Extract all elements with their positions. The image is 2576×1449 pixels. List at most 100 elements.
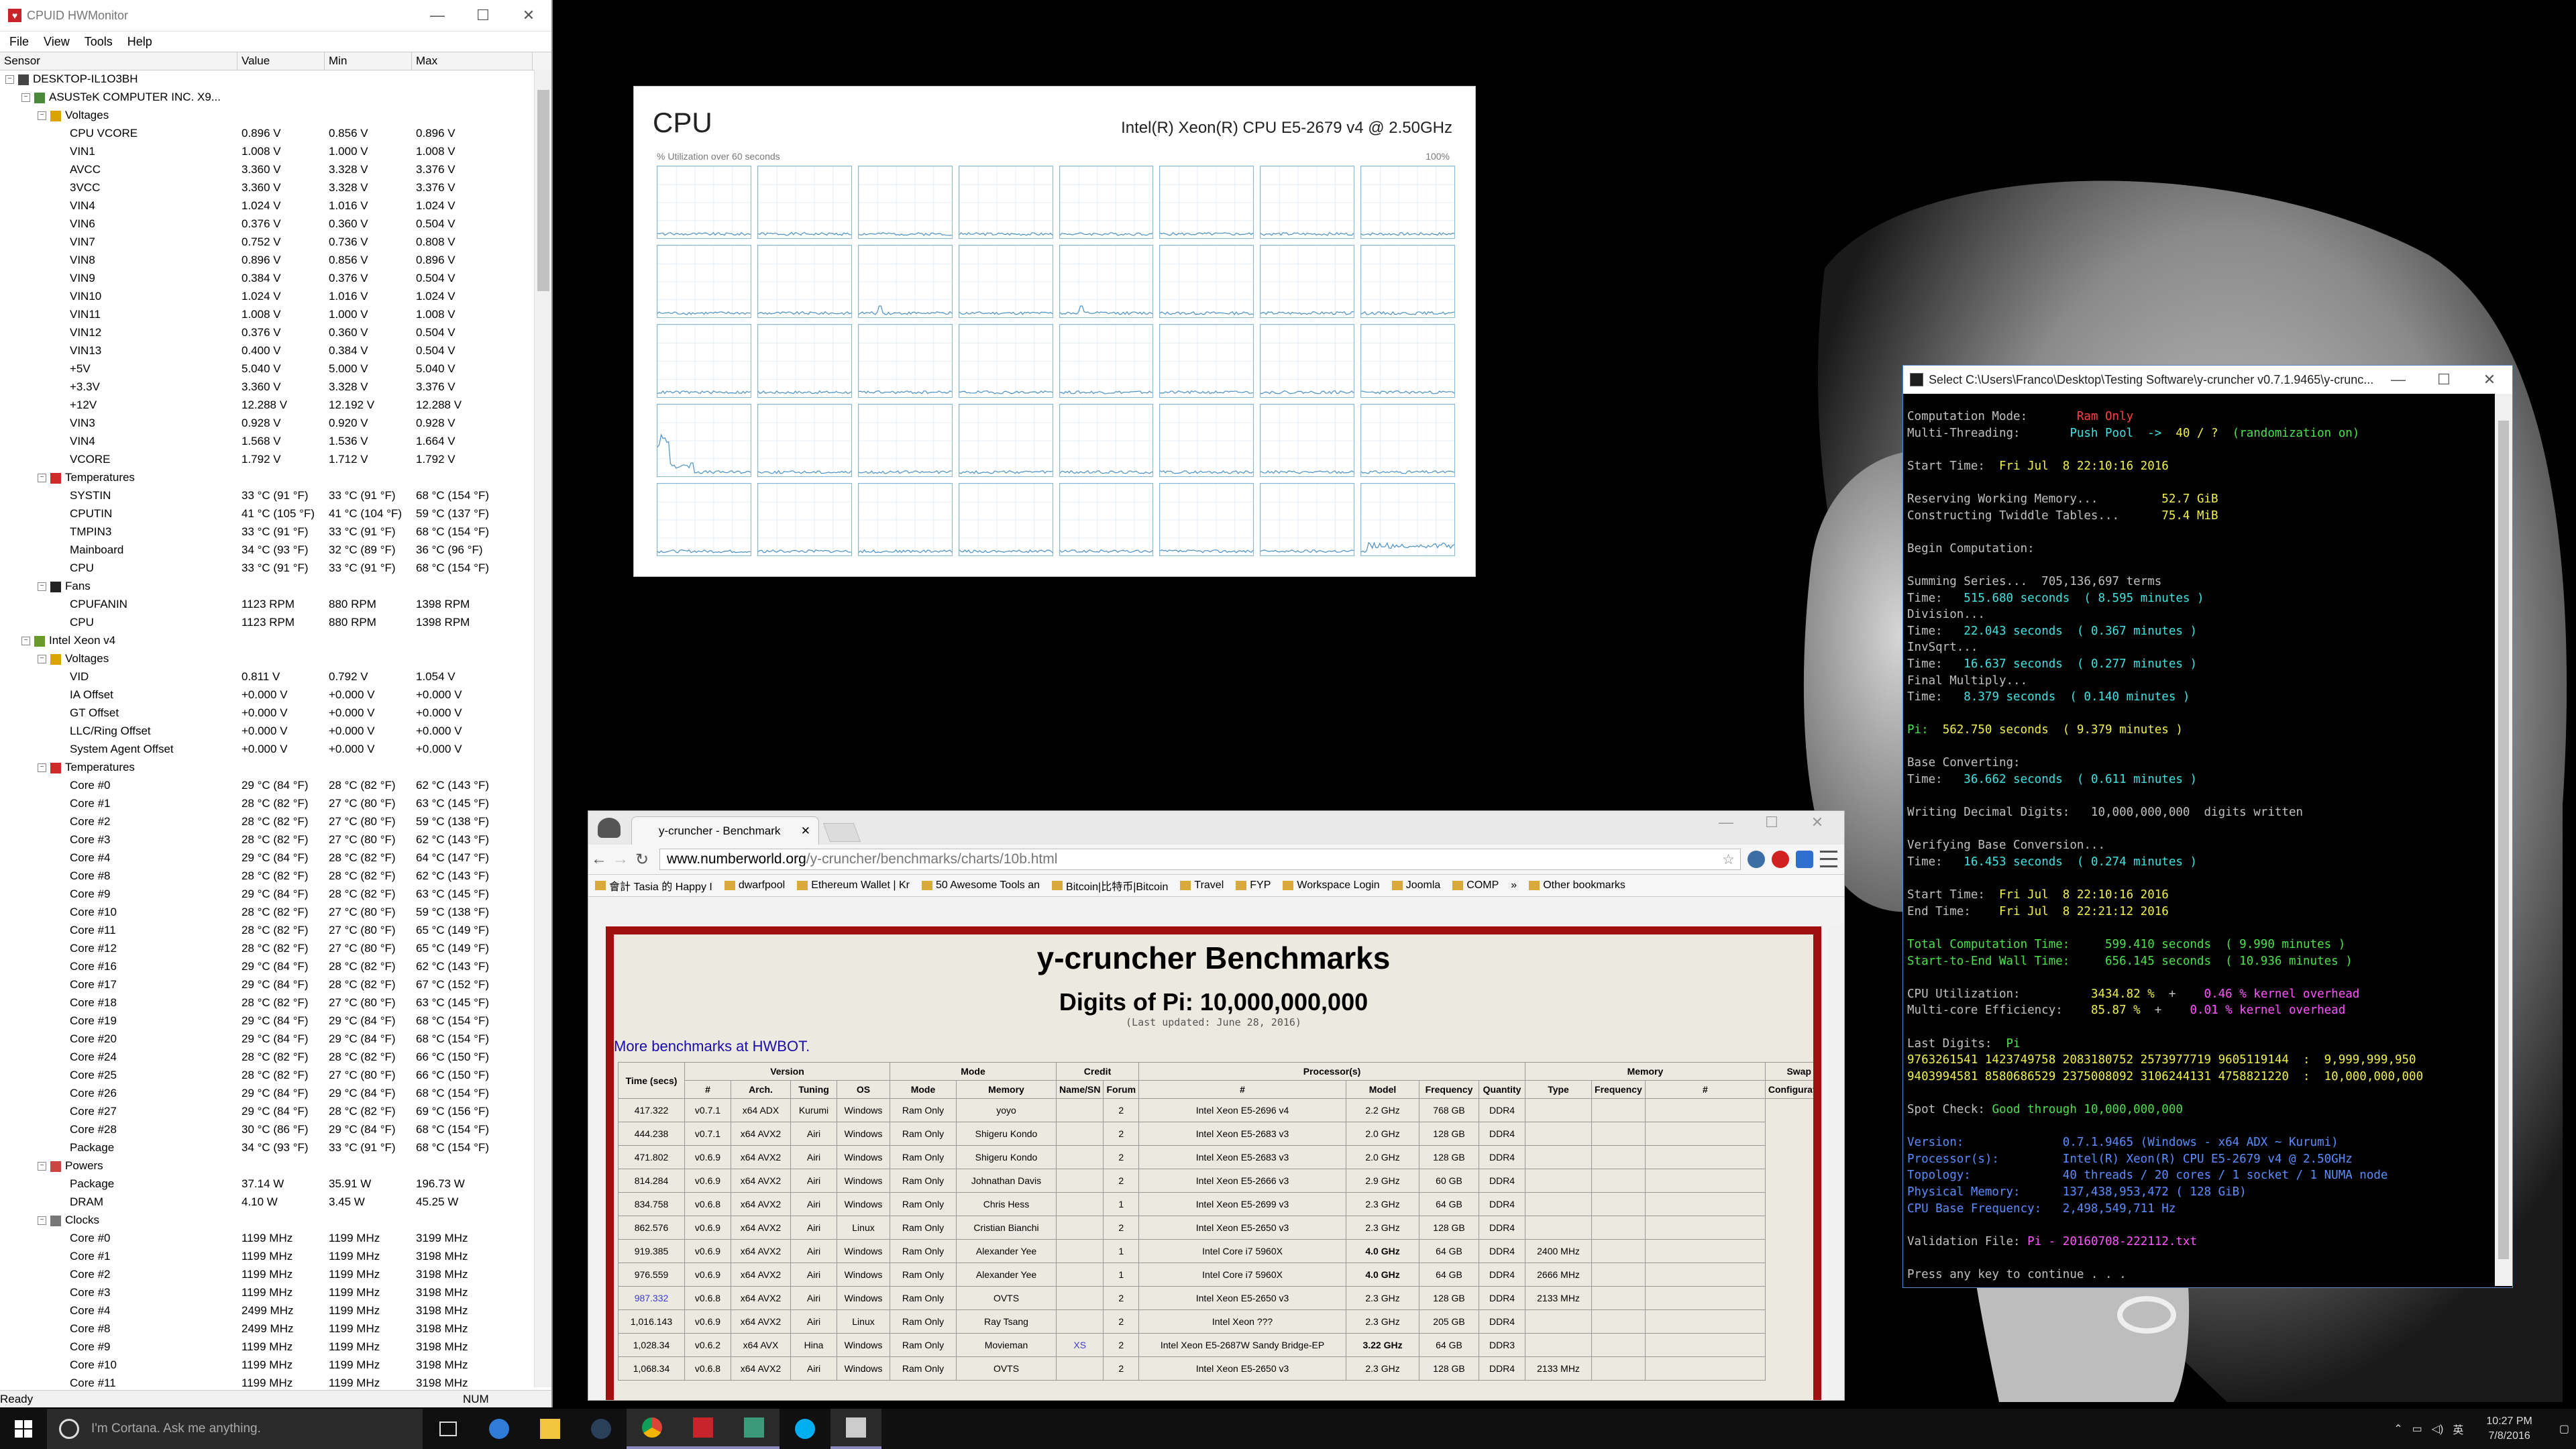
maximize-button[interactable]: ☐ <box>460 7 506 24</box>
collapse-toggle-icon[interactable]: − <box>38 1162 46 1171</box>
tray-chevron-icon[interactable]: ⌃ <box>2394 1422 2402 1436</box>
console-output[interactable]: Computation Mode: Ram Only Multi-Threadin… <box>1907 409 2491 1283</box>
sensor-row[interactable]: Package 34 °C (93 °F) 33 °C (91 °F) 68 °C (… <box>0 1138 534 1157</box>
bookmark-item[interactable]: Travel <box>1180 879 1224 892</box>
sensor-row[interactable]: System Agent Offset +0.000 V +0.000 V +0.00… <box>0 740 534 758</box>
sensor-row[interactable]: DRAM 4.10 W 3.45 W 45.25 W <box>0 1193 534 1211</box>
taskbar-file-explorer[interactable] <box>525 1409 576 1449</box>
bookmark-item[interactable]: Joomla <box>1391 879 1440 892</box>
taskbar-hwmonitor[interactable] <box>678 1409 729 1449</box>
shield-extension-icon[interactable] <box>1796 851 1813 868</box>
bookmark-item[interactable]: dwarfpool <box>724 879 785 892</box>
tree-group-row[interactable]: − Intel Xeon v4 <box>0 631 534 649</box>
sensor-row[interactable]: VIN10 1.024 V 1.016 V 1.024 V <box>0 287 534 305</box>
menu-view[interactable]: View <box>44 35 70 49</box>
sensor-row[interactable]: TMPIN3 33 °C (91 °F) 33 °C (91 °F) 68 °C (1… <box>0 523 534 541</box>
sensor-row[interactable]: VIN7 0.752 V 0.736 V 0.808 V <box>0 233 534 251</box>
sensor-row[interactable]: VIN6 0.376 V 0.360 V 0.504 V <box>0 215 534 233</box>
menu-help[interactable]: Help <box>127 35 152 49</box>
other-bookmarks-folder[interactable]: Other bookmarks <box>1529 879 1625 892</box>
tree-group-row[interactable]: − Fans <box>0 577 534 595</box>
scrollbar-thumb[interactable] <box>537 90 549 291</box>
sensor-row[interactable]: CPU VCORE 0.896 V 0.856 V 0.896 V <box>0 124 534 142</box>
scrollbar-thumb[interactable] <box>2498 421 2509 1259</box>
sensor-row[interactable]: Core #24 28 °C (82 °F) 28 °C (82 °F) 66 °C … <box>0 1048 534 1066</box>
sensor-row[interactable]: VIN3 0.928 V 0.920 V 0.928 V <box>0 414 534 432</box>
sensor-row[interactable]: Core #10 28 °C (82 °F) 27 °C (80 °F) 59 °C … <box>0 903 534 921</box>
network-icon[interactable]: ▭ <box>2412 1422 2422 1436</box>
sensor-row[interactable]: Core #3 28 °C (82 °F) 27 °C (80 °F) 62 °C (… <box>0 830 534 849</box>
back-arrow-icon[interactable]: ← <box>588 850 610 869</box>
globe-extension-icon[interactable] <box>1748 851 1765 868</box>
collapse-toggle-icon[interactable]: − <box>21 637 30 646</box>
sensor-row[interactable]: Core #18 28 °C (82 °F) 27 °C (80 °F) 63 °C … <box>0 994 534 1012</box>
sensor-row[interactable]: Core #25 28 °C (82 °F) 27 °C (80 °F) 66 °C … <box>0 1066 534 1084</box>
column-min[interactable]: Min <box>325 52 412 70</box>
sensor-row[interactable]: Core #9 29 °C (84 °F) 28 °C (82 °F) 63 °C (… <box>0 885 534 903</box>
sensor-row[interactable]: Core #27 29 °C (84 °F) 28 °C (82 °F) 69 °C … <box>0 1102 534 1120</box>
collapse-toggle-icon[interactable]: − <box>38 111 46 121</box>
cortana-search-box[interactable]: I'm Cortana. Ask me anything. <box>47 1409 423 1449</box>
bookmark-item[interactable]: FYP <box>1236 879 1271 892</box>
sensor-row[interactable]: Core #20 29 °C (84 °F) 29 °C (84 °F) 68 °C … <box>0 1030 534 1048</box>
menu-tools[interactable]: Tools <box>85 35 113 49</box>
sensor-row[interactable]: Core #11 1199 MHz 1199 MHz 3198 MHz <box>0 1374 534 1387</box>
sensor-row[interactable]: Core #17 29 °C (84 °F) 28 °C (82 °F) 67 °C … <box>0 975 534 994</box>
sensor-row[interactable]: VIN11 1.008 V 1.000 V 1.008 V <box>0 305 534 323</box>
sensor-row[interactable]: Mainboard 34 °C (93 °F) 32 °C (89 °F) 36 °C… <box>0 541 534 559</box>
bookmark-item[interactable]: Workspace Login <box>1283 879 1380 892</box>
sensor-row[interactable]: CPUTIN 41 °C (105 °F) 41 °C (104 °F) 59 °C … <box>0 504 534 523</box>
tab-close-icon[interactable]: ✕ <box>801 817 810 845</box>
sensor-row[interactable]: Core #4 2499 MHz 1199 MHz 3198 MHz <box>0 1301 534 1320</box>
page-scrollbar[interactable] <box>1828 926 1844 1400</box>
hwbot-link[interactable]: More benchmarks at HWBOT. <box>614 1038 1813 1055</box>
volume-icon[interactable]: ◁) <box>2432 1422 2444 1436</box>
bookmark-star-icon[interactable]: ☆ <box>1722 851 1735 868</box>
task-view-button[interactable] <box>423 1409 474 1449</box>
collapse-toggle-icon[interactable]: − <box>38 763 46 773</box>
sensor-row[interactable]: Core #2 1199 MHz 1199 MHz 3198 MHz <box>0 1265 534 1283</box>
forward-arrow-icon[interactable]: → <box>610 850 631 869</box>
collapse-toggle-icon[interactable]: − <box>5 75 14 85</box>
sensor-row[interactable]: Core #3 1199 MHz 1199 MHz 3198 MHz <box>0 1283 534 1301</box>
sensor-row[interactable]: VCORE 1.792 V 1.712 V 1.792 V <box>0 450 534 468</box>
sensor-tree-scrollbar[interactable] <box>534 70 551 1387</box>
close-button[interactable]: ✕ <box>2467 371 2512 388</box>
sensor-row[interactable]: Package 37.14 W 35.91 W 196.73 W <box>0 1175 534 1193</box>
tree-group-row[interactable]: − Temperatures <box>0 758 534 776</box>
menu-icon[interactable] <box>1820 851 1837 868</box>
collapse-toggle-icon[interactable]: − <box>38 474 46 483</box>
sensor-row[interactable]: Core #12 28 °C (82 °F) 27 °C (80 °F) 65 °C … <box>0 939 534 957</box>
bookmark-item[interactable]: Ethereum Wallet | Kr <box>797 879 910 892</box>
bookmark-item[interactable]: COMP <box>1452 879 1499 892</box>
sensor-row[interactable]: Core #8 2499 MHz 1199 MHz 3198 MHz <box>0 1320 534 1338</box>
minimize-button[interactable]: — <box>2375 371 2421 388</box>
tree-group-row[interactable]: − Voltages <box>0 649 534 667</box>
console-scrollbar[interactable] <box>2495 394 2512 1286</box>
sensor-row[interactable]: +12V 12.288 V 12.192 V 12.288 V <box>0 396 534 414</box>
ime-indicator[interactable]: 英 <box>2453 1421 2463 1437</box>
sensor-row[interactable]: Core #0 1199 MHz 1199 MHz 3199 MHz <box>0 1229 534 1247</box>
column-max[interactable]: Max <box>412 52 533 70</box>
console-titlebar[interactable]: Select C:\Users\Franco\Desktop\Testing S… <box>1903 366 2512 394</box>
sensor-row[interactable]: CPU 33 °C (91 °F) 33 °C (91 °F) 68 °C (154 … <box>0 559 534 577</box>
taskbar-skype[interactable] <box>780 1409 830 1449</box>
sensor-row[interactable]: Core #4 29 °C (84 °F) 28 °C (82 °F) 64 °C (… <box>0 849 534 867</box>
close-button[interactable]: ✕ <box>1794 814 1840 831</box>
tree-group-row[interactable]: − Clocks <box>0 1211 534 1229</box>
action-center-icon[interactable]: ▢ <box>2559 1422 2569 1436</box>
browser-tab[interactable]: y-cruncher - Benchmark ✕ <box>631 816 819 845</box>
sensor-row[interactable]: CPUFANIN 1123 RPM 880 RPM 1398 RPM <box>0 595 534 613</box>
sensor-row[interactable]: Core #9 1199 MHz 1199 MHz 3198 MHz <box>0 1338 534 1356</box>
maximize-button[interactable]: ☐ <box>2421 371 2467 388</box>
sensor-row[interactable]: VIN4 1.024 V 1.016 V 1.024 V <box>0 197 534 215</box>
bookmark-item[interactable]: Bitcoin|比特币|Bitcoin <box>1052 877 1168 894</box>
tree-group-row[interactable]: − Temperatures <box>0 468 534 486</box>
tree-group-row[interactable]: − DESKTOP-IL1O3BH <box>0 70 534 88</box>
taskbar-chrome[interactable] <box>627 1409 678 1449</box>
sensor-row[interactable]: VID 0.811 V 0.792 V 1.054 V <box>0 667 534 686</box>
taskbar-steam[interactable] <box>576 1409 627 1449</box>
sensor-row[interactable]: Core #8 28 °C (82 °F) 28 °C (82 °F) 62 °C (… <box>0 867 534 885</box>
sensor-row[interactable]: VIN4 1.568 V 1.536 V 1.664 V <box>0 432 534 450</box>
taskbar-edge[interactable] <box>474 1409 525 1449</box>
